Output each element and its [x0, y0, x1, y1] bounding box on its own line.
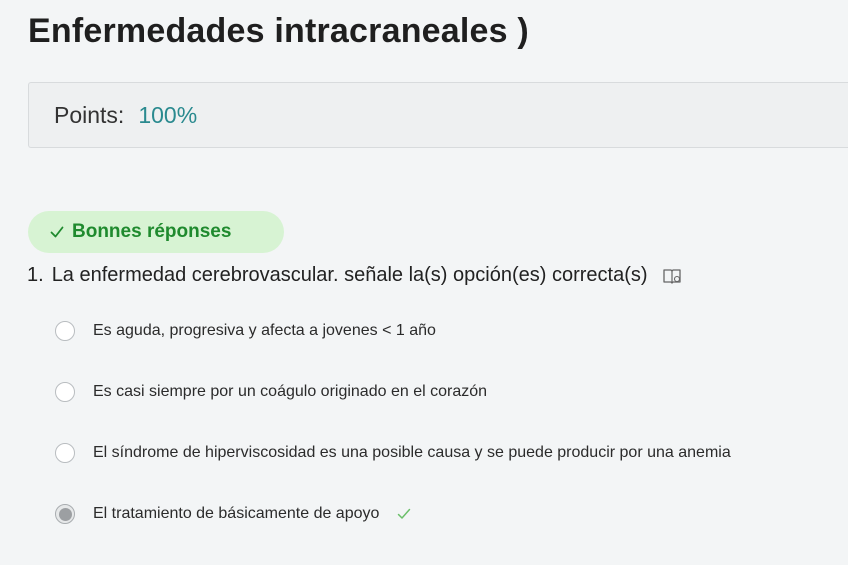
- points-label: Points:: [54, 101, 125, 128]
- check-icon: [50, 226, 64, 238]
- radio-button[interactable]: [55, 443, 75, 463]
- question-text: La enfermedad cerebrovascular. señale la…: [51, 264, 648, 286]
- answer-option-selected[interactable]: El tratamiento de básicamente de apoyo: [55, 504, 411, 524]
- answer-option-label: Es aguda, progresiva y afecta a jovenes …: [93, 322, 436, 339]
- answer-option[interactable]: Es casi siempre por un coágulo originado…: [55, 382, 487, 402]
- book-icon[interactable]: [662, 267, 682, 285]
- quiz-review-page: Enfermedades intracraneales ) Points: 10…: [0, 0, 848, 565]
- answer-option[interactable]: Es aguda, progresiva y afecta a jovenes …: [55, 321, 436, 341]
- radio-button-selected[interactable]: [55, 504, 75, 524]
- check-icon: [398, 508, 411, 519]
- page-title: Enfermedades intracraneales ): [28, 12, 529, 50]
- radio-button[interactable]: [55, 382, 75, 402]
- answer-option[interactable]: El síndrome de hiperviscosidad es una po…: [55, 443, 731, 463]
- question-number: 1.: [27, 264, 44, 286]
- radio-button[interactable]: [55, 321, 75, 341]
- points-panel: Points: 100%: [28, 82, 848, 148]
- points-value: 100%: [138, 101, 198, 128]
- status-badge-label: Bonnes réponses: [72, 221, 232, 242]
- question-header: 1. La enfermedad cerebrovascular. señale…: [27, 264, 682, 287]
- answer-option-label: El tratamiento de básicamente de apoyo: [93, 505, 380, 522]
- answer-option-label: El síndrome de hiperviscosidad es una po…: [93, 444, 731, 461]
- answer-option-label: Es casi siempre por un coágulo originado…: [93, 383, 488, 400]
- status-badge: Bonnes réponses: [28, 211, 284, 253]
